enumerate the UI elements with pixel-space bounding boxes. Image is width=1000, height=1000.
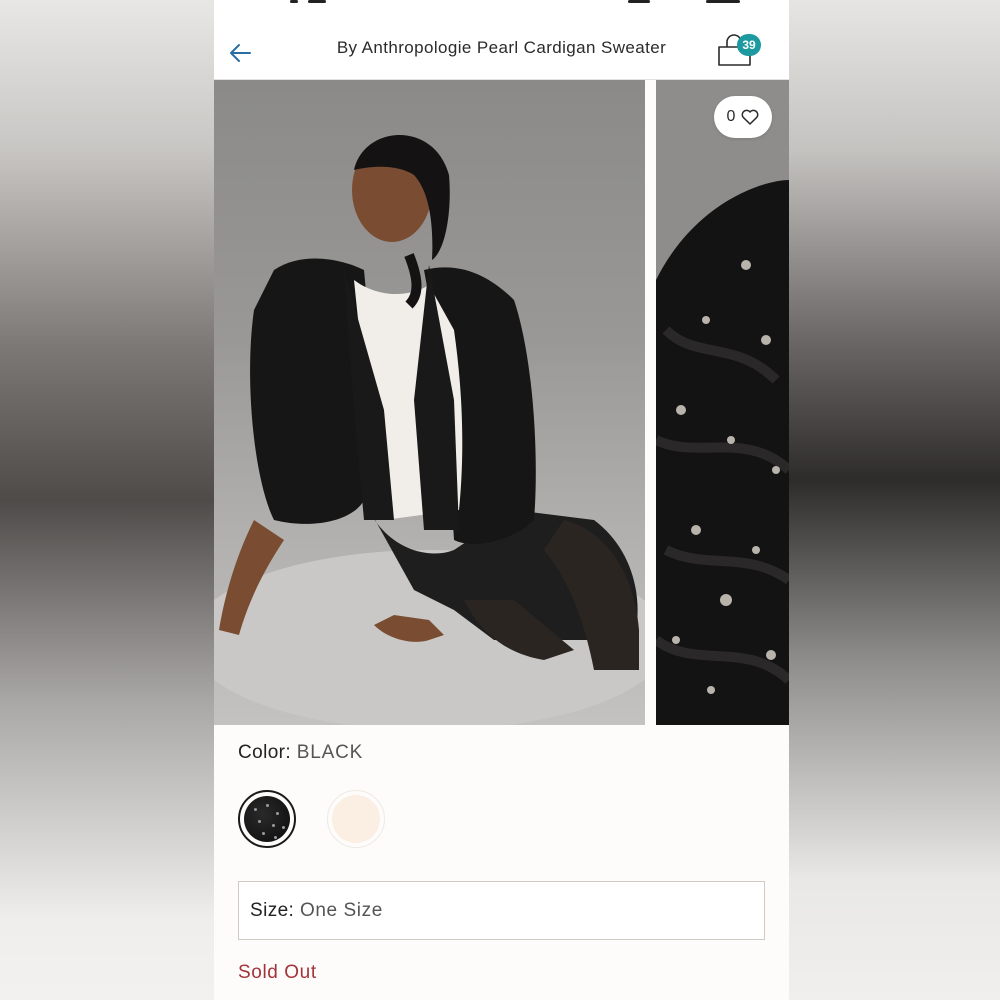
size-selector[interactable]: Size: One Size — [238, 881, 765, 940]
status-bar — [214, 0, 789, 10]
favorite-count: 0 — [726, 108, 736, 125]
product-image-gallery[interactable]: 0 — [214, 80, 789, 725]
product-photo-detail[interactable] — [656, 80, 789, 725]
app-screen: By Anthropologie Pearl Cardigan Sweater … — [214, 0, 789, 1000]
signal-icon — [628, 0, 650, 3]
favorite-button[interactable]: 0 — [714, 96, 772, 138]
color-label: Color: — [238, 742, 292, 763]
back-button[interactable] — [226, 34, 256, 64]
cart-count-badge: 39 — [737, 34, 761, 56]
size-label: Size: — [250, 900, 295, 921]
status-icon — [308, 0, 326, 3]
availability-status: Sold Out — [238, 962, 317, 983]
size-value: One Size — [299, 900, 383, 921]
swatch-black-fill — [244, 796, 290, 842]
model-photo-illustration — [214, 135, 645, 725]
color-selector-label: Color: BLACK — [238, 742, 363, 764]
color-value: BLACK — [296, 742, 364, 763]
heart-icon — [742, 109, 759, 125]
battery-icon — [706, 0, 740, 3]
knit-detail-illustration — [656, 80, 789, 725]
product-photo-model[interactable] — [214, 80, 645, 725]
page-title: By Anthropologie Pearl Cardigan Sweater — [336, 38, 667, 57]
blurred-background-left — [0, 0, 214, 1000]
swatch-ivory-fill — [332, 795, 380, 843]
color-swatch-black[interactable] — [238, 790, 296, 848]
color-swatch-ivory[interactable] — [327, 790, 385, 848]
blurred-background-right — [789, 0, 1000, 1000]
status-icon — [290, 0, 298, 3]
top-navigation-bar: By Anthropologie Pearl Cardigan Sweater … — [214, 0, 789, 80]
back-arrow-icon — [230, 44, 251, 62]
